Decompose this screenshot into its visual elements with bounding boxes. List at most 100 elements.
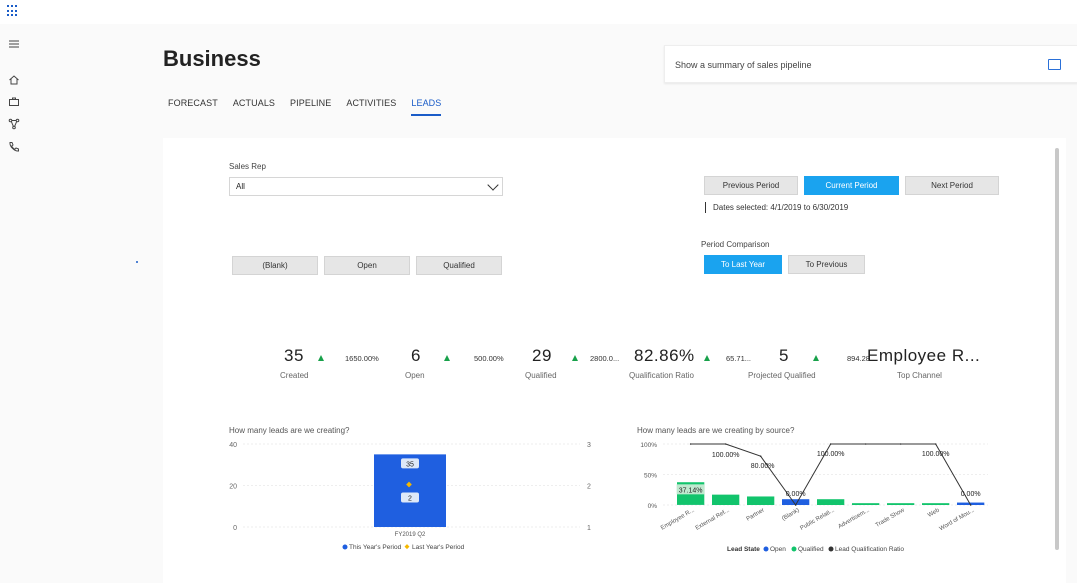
qualified-status-button[interactable]: Qualified (416, 256, 502, 275)
data-label: 100.00% (712, 452, 740, 459)
app-launcher-icon[interactable] (7, 5, 19, 17)
bar-qualified (712, 494, 740, 505)
y-tick-label: 40 (229, 442, 237, 449)
sales-rep-value: All (236, 182, 245, 191)
kpi-open-change: 500.00% (474, 354, 504, 363)
chevron-down-icon (487, 179, 499, 191)
kpi-qualified-change: 2800.0... (590, 354, 620, 363)
point-qualification-ratio (934, 443, 937, 445)
tab-forecast[interactable]: FORECAST (168, 98, 218, 116)
kpi-created-change: 1650.00% (345, 354, 379, 363)
data-label: 100.00% (922, 451, 950, 458)
tab-activities[interactable]: ACTIVITIES (346, 98, 396, 116)
copilot-prompt-box[interactable]: Show a summary of sales pipeline (664, 45, 1077, 83)
bar-qualified (922, 503, 950, 505)
kpi-top-channel-label: Top Channel (897, 371, 942, 380)
legend-label: Qualified (798, 546, 824, 553)
y2-tick-label: 2 (587, 484, 591, 491)
y-tick-label: 100% (640, 442, 657, 449)
legend-label: Open (770, 546, 786, 553)
legend-swatch (791, 546, 797, 552)
network-icon[interactable] (7, 118, 21, 132)
left-nav (0, 24, 28, 583)
legend-swatch (763, 546, 769, 552)
x-tick-label: External Ref... (695, 507, 731, 531)
y-tick-label: 0 (233, 525, 237, 532)
kpi-qualification-ratio-change: 65.71... (726, 354, 752, 363)
kpi-open-value: 6 (411, 346, 421, 365)
bar-qualified (817, 499, 845, 505)
point-qualification-ratio (864, 443, 867, 445)
x-tick-label: Web (927, 507, 941, 519)
top-bar (0, 0, 1077, 24)
kpi-projected-qualified-label: Projected Qualified (748, 371, 816, 380)
up-arrow-icon (813, 355, 819, 361)
legend-label: This Year's Period (349, 544, 402, 551)
scrollbar[interactable] (1055, 148, 1059, 550)
y-tick-label: 0% (648, 503, 658, 510)
leads-created-chart: 0 20 40 1 2 3 35 2 FY2019 Q2 This Year's Period La… (229, 442, 591, 551)
x-tick-label: Trade Show (875, 507, 906, 529)
kpi-qualified-value: 29 (532, 346, 552, 365)
up-arrow-icon (704, 355, 710, 361)
bar-qualified (747, 496, 775, 505)
kpi-open-label: Open (405, 371, 425, 380)
to-previous-button[interactable]: To Previous (788, 255, 865, 274)
briefcase-icon[interactable] (7, 96, 21, 110)
x-tick-label: FY2019 Q2 (395, 532, 426, 538)
tab-bar: FORECAST ACTUALS PIPELINE ACTIVITIES LEA… (168, 98, 456, 116)
x-tick-label: Advertisem... (837, 507, 871, 530)
current-period-button[interactable]: Current Period (804, 176, 899, 195)
y2-tick-label: 1 (587, 525, 591, 532)
leads-by-source-chart: 0% 50% 100% Employee R... External Ref... Par… (640, 442, 988, 553)
tab-leads[interactable]: LEADS (411, 98, 442, 116)
hamburger-menu-icon[interactable] (7, 38, 21, 52)
page-title: Business (163, 46, 261, 71)
data-label: 0.00% (786, 491, 806, 498)
period-comparison-label: Period Comparison (701, 240, 770, 249)
point-qualification-ratio (969, 504, 972, 506)
bar-qualified (852, 503, 880, 505)
data-label: 2 (408, 496, 412, 503)
point-qualification-ratio (759, 455, 762, 457)
dates-selected-text: Dates selected: 4/1/2019 to 6/30/2019 (705, 202, 848, 213)
kpi-projected-qualified-value: 5 (779, 346, 789, 365)
blank-status-button[interactable]: (Blank) (232, 256, 318, 275)
up-arrow-icon (444, 355, 450, 361)
next-period-button[interactable]: Next Period (905, 176, 999, 195)
point-qualification-ratio (689, 443, 692, 445)
y2-tick-label: 3 (587, 442, 591, 449)
x-tick-label: Employee R... (660, 507, 696, 531)
kpi-top-channel-value: Employee R... (867, 346, 981, 365)
x-tick-label: Partner (746, 508, 766, 523)
open-status-button[interactable]: Open (324, 256, 410, 275)
to-last-year-button[interactable]: To Last Year (704, 255, 782, 274)
x-tick-label: Word of Mou... (939, 507, 976, 532)
point-qualification-ratio (829, 443, 832, 445)
chat-icon[interactable] (1048, 59, 1061, 70)
data-label: 80.00% (751, 463, 775, 470)
focus-dot (136, 261, 138, 263)
tab-actuals[interactable]: ACTUALS (233, 98, 275, 116)
up-arrow-icon (572, 355, 578, 361)
x-tick-label: (Blank) (781, 508, 800, 523)
sales-rep-dropdown[interactable]: All (229, 177, 503, 196)
data-label: 35 (406, 461, 414, 468)
sales-rep-label: Sales Rep (229, 162, 266, 171)
leads-created-chart-title: How many leads are we creating? (229, 426, 350, 435)
up-arrow-icon (318, 355, 324, 361)
x-tick-label: Public Relati... (799, 507, 836, 532)
home-icon[interactable] (7, 74, 21, 88)
legend-title: Lead State (727, 546, 760, 553)
point-qualification-ratio (724, 443, 727, 445)
y-tick-label: 50% (644, 473, 657, 480)
phone-icon[interactable] (7, 141, 21, 155)
copilot-prompt-text: Show a summary of sales pipeline (675, 60, 812, 70)
legend-label: Last Year's Period (412, 544, 465, 551)
data-label: 100.00% (817, 451, 845, 458)
kpi-created-label: Created (280, 371, 309, 380)
legend-swatch (404, 544, 410, 550)
tab-pipeline[interactable]: PIPELINE (290, 98, 331, 116)
kpi-qualified-label: Qualified (525, 371, 557, 380)
previous-period-button[interactable]: Previous Period (704, 176, 798, 195)
